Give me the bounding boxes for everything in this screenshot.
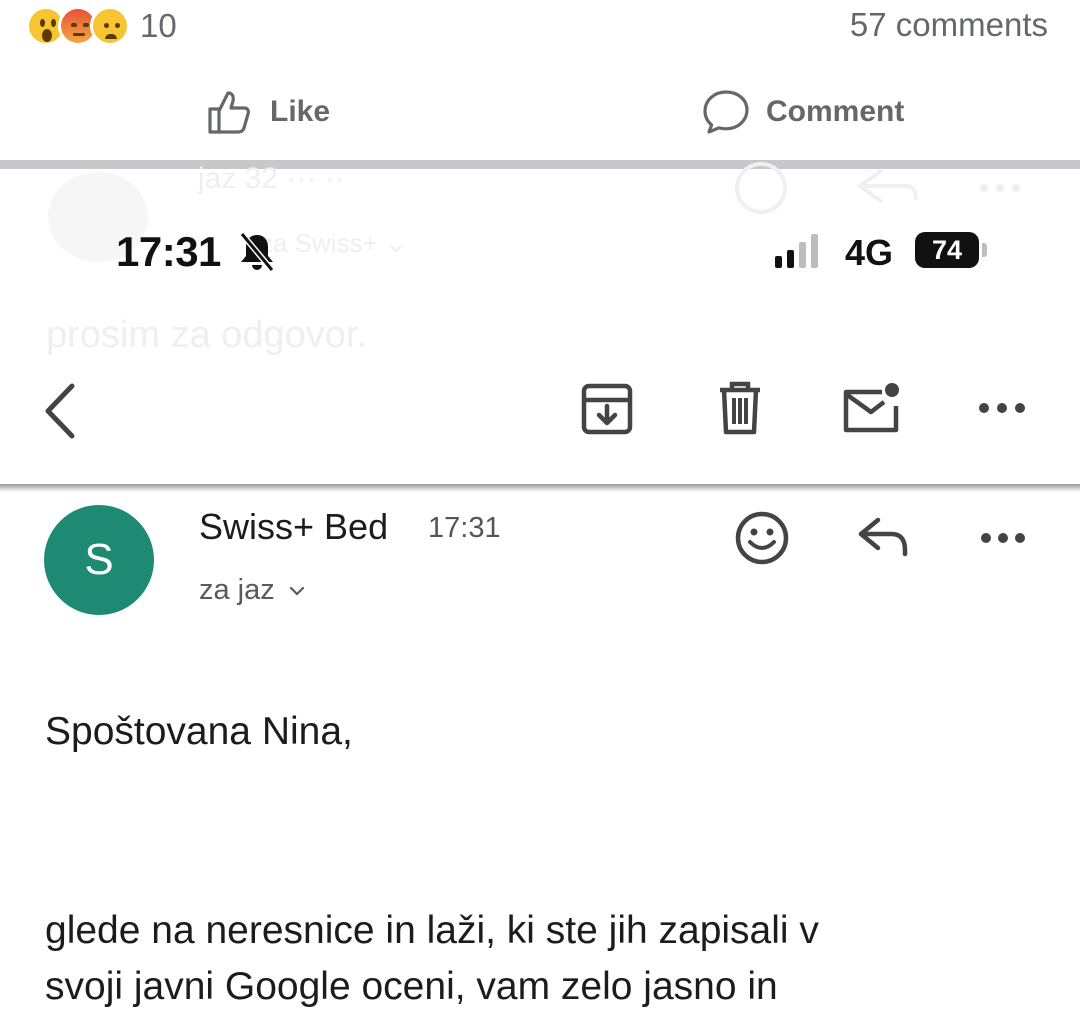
battery-icon: 74	[915, 232, 979, 268]
reactions-summary[interactable]: 10	[26, 6, 177, 46]
comment-bubble-icon	[703, 90, 749, 134]
sender-name: Swiss+ Bed	[199, 506, 389, 547]
more-icon[interactable]	[976, 398, 1028, 418]
faded-message-icons	[735, 162, 1020, 214]
comment-button[interactable]: Comment	[702, 86, 904, 138]
bell-slash-icon	[239, 232, 275, 272]
message-line: glede na neresnice in laži, ki ste jih z…	[45, 909, 819, 952]
like-label: Like	[270, 95, 331, 128]
chevron-down-icon	[289, 586, 304, 596]
status-time: 17:31	[116, 228, 221, 275]
reaction-count: 10	[140, 7, 177, 44]
message-time: 17:31	[428, 512, 501, 544]
faded-message-text: prosim za odgovor.	[46, 314, 368, 356]
post-actions-bar: Like Comment	[0, 80, 1080, 144]
faded-recipient-text: za Swiss+ ⌄	[260, 228, 407, 258]
mark-unread-icon[interactable]	[840, 380, 904, 438]
like-button[interactable]: Like	[206, 86, 330, 138]
battery-tip	[982, 243, 987, 257]
sender-avatar: S	[44, 505, 154, 615]
archive-icon[interactable]	[578, 380, 636, 438]
emoji-reaction-icon[interactable]	[734, 510, 790, 566]
battery-level: 74	[931, 234, 963, 265]
toolbar-shadow	[0, 484, 1080, 492]
sad-emoji-icon	[90, 6, 130, 46]
recipient-toggle[interactable]: za jaz	[199, 574, 305, 607]
mail-toolbar	[0, 370, 1080, 450]
comments-count-link[interactable]: 57 comments	[850, 6, 1048, 44]
network-type: 4G	[845, 232, 894, 273]
message-line: svoji javni Google oceni, vam zelo jasno…	[45, 965, 778, 1008]
back-icon[interactable]	[40, 382, 80, 440]
recipient-label: za jaz	[199, 574, 275, 606]
comment-label: Comment	[766, 95, 905, 128]
faded-header-text: jaz 32 ··· ··	[198, 162, 345, 195]
reply-icon[interactable]	[856, 514, 910, 560]
message-greeting: Spoštovana Nina,	[45, 710, 353, 753]
thumbs-up-icon	[208, 91, 250, 134]
trash-icon[interactable]	[712, 380, 768, 438]
message-body: glede na neresnice in laži, ki ste jih z…	[45, 903, 1045, 1015]
signal-icon	[775, 234, 818, 268]
post-reactions-row: 10 57 comments	[0, 0, 1080, 56]
message-more-icon[interactable]	[978, 528, 1028, 548]
